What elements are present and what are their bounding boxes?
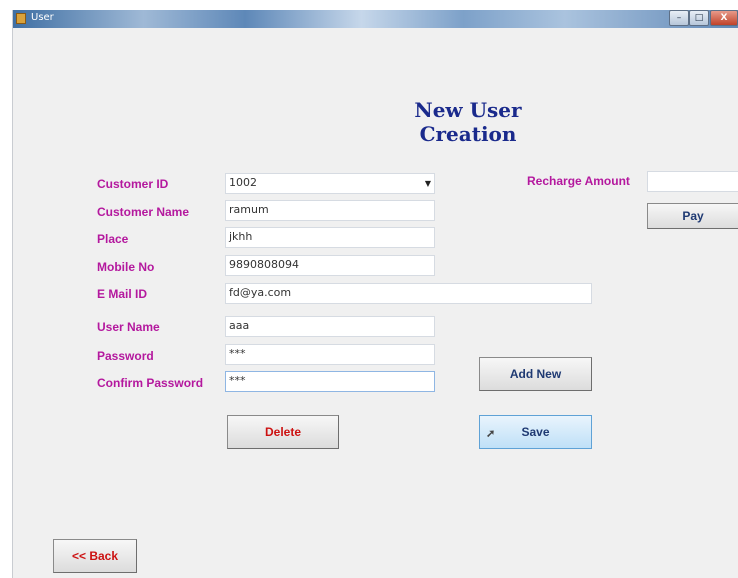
back-button[interactable]: << Back <box>53 539 137 573</box>
pay-button[interactable]: Pay <box>647 203 738 229</box>
maximize-button[interactable]: □ <box>689 10 709 26</box>
customer-id-label: Customer ID <box>97 177 169 191</box>
customer-name-input[interactable]: ramum <box>225 200 435 221</box>
user-window: User – □ X New User Creation Customer ID… <box>12 10 738 578</box>
mobile-no-label: Mobile No <box>97 260 155 274</box>
customer-id-dropdown[interactable]: 1002 ▼ <box>225 173 435 194</box>
confirm-password-label: Confirm Password <box>97 376 204 390</box>
title-bar[interactable]: User – □ X <box>13 10 738 28</box>
password-label: Password <box>97 349 154 363</box>
recharge-amount-input[interactable] <box>647 171 738 192</box>
password-input[interactable]: *** <box>225 344 435 365</box>
save-button-label: Save <box>521 425 550 439</box>
customer-id-value: 1002 <box>229 176 257 189</box>
user-name-input[interactable]: aaa <box>225 316 435 337</box>
recharge-amount-label: Recharge Amount <box>527 174 630 188</box>
mouse-pointer-icon: ➚ <box>486 428 496 440</box>
add-new-button[interactable]: Add New <box>479 357 592 391</box>
close-button[interactable]: X <box>710 10 738 26</box>
save-button[interactable]: ➚ Save <box>479 415 592 449</box>
chevron-down-icon[interactable]: ▼ <box>425 179 431 188</box>
confirm-password-input[interactable]: *** <box>225 371 435 392</box>
delete-button[interactable]: Delete <box>227 415 339 449</box>
window-title: User <box>31 12 54 23</box>
minimize-button[interactable]: – <box>669 10 689 26</box>
page-title: New User Creation <box>414 98 522 146</box>
app-icon <box>16 13 26 24</box>
place-input[interactable]: jkhh <box>225 227 435 248</box>
customer-name-label: Customer Name <box>97 205 190 219</box>
place-label: Place <box>97 232 129 246</box>
email-id-label: E Mail ID <box>97 287 148 301</box>
email-id-input[interactable]: fd@ya.com <box>225 283 592 304</box>
mobile-no-input[interactable]: 9890808094 <box>225 255 435 276</box>
user-name-label: User Name <box>97 320 160 334</box>
